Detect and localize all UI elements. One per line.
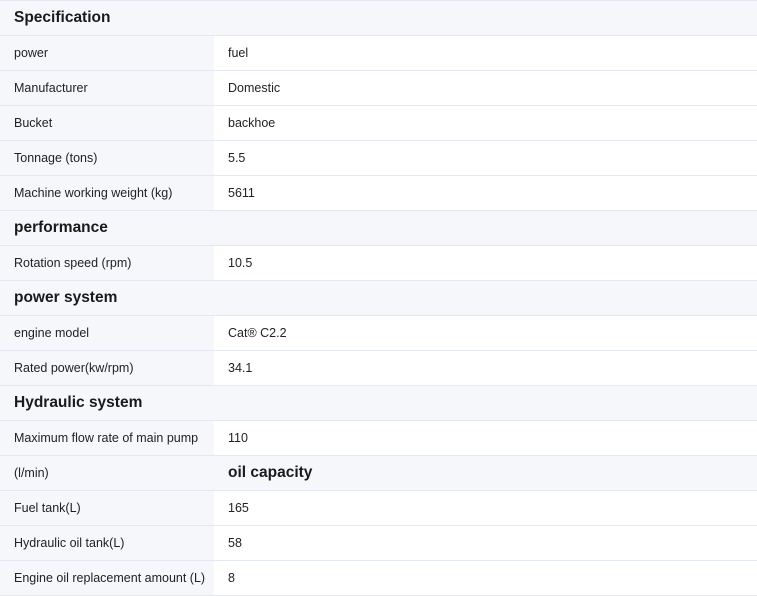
section-header-hydraulic-system: Hydraulic system	[0, 386, 757, 421]
table-row: engine model Cat® C2.2	[0, 316, 757, 351]
table-row: Hydraulic oil tank(L) 58	[0, 526, 757, 561]
row-label: Hydraulic oil tank(L)	[0, 526, 214, 560]
row-label: Manufacturer	[0, 71, 214, 105]
section-title: performance	[14, 219, 108, 236]
row-value: backhoe	[214, 106, 757, 140]
table-row: Bucket backhoe	[0, 106, 757, 141]
section-title: Specification	[14, 9, 111, 26]
row-label: Engine oil replacement amount (L)	[0, 561, 214, 595]
row-value: 58	[214, 526, 757, 560]
row-value: 165	[214, 491, 757, 525]
table-row-overflow: (l/min) oil capacity	[0, 456, 757, 491]
row-value: 5.5	[214, 141, 757, 175]
section-header-performance: performance	[0, 211, 757, 246]
table-row: Rotation speed (rpm) 10.5	[0, 246, 757, 281]
row-value: 34.1	[214, 351, 757, 385]
row-value: 110	[214, 421, 757, 455]
table-row: Engine oil replacement amount (L) 8	[0, 561, 757, 596]
row-label: engine model	[0, 316, 214, 350]
row-label: Machine working weight (kg)	[0, 176, 214, 210]
table-row: Machine working weight (kg) 5611	[0, 176, 757, 211]
table-row: Manufacturer Domestic	[0, 71, 757, 106]
table-row: Tonnage (tons) 5.5	[0, 141, 757, 176]
row-label: Tonnage (tons)	[0, 141, 214, 175]
table-row: Fuel tank(L) 165	[0, 491, 757, 526]
row-value: Domestic	[214, 71, 757, 105]
row-label-overflow: (l/min)	[0, 456, 214, 490]
specification-table: Specification power fuel Manufacturer Do…	[0, 0, 757, 596]
section-title-oil-capacity: oil capacity	[214, 456, 757, 490]
row-value: 5611	[214, 176, 757, 210]
section-title: power system	[14, 289, 118, 306]
row-label: Bucket	[0, 106, 214, 140]
section-title: Hydraulic system	[14, 394, 143, 411]
row-value: Cat® C2.2	[214, 316, 757, 350]
row-value: fuel	[214, 36, 757, 70]
section-header-specification: Specification	[0, 1, 757, 36]
table-row: Maximum flow rate of main pump 110	[0, 421, 757, 456]
row-label: Rotation speed (rpm)	[0, 246, 214, 280]
table-row: power fuel	[0, 36, 757, 71]
row-label: power	[0, 36, 214, 70]
row-value: 10.5	[214, 246, 757, 280]
row-label: Rated power(kw/rpm)	[0, 351, 214, 385]
row-label: Fuel tank(L)	[0, 491, 214, 525]
section-header-power-system: power system	[0, 281, 757, 316]
table-row: Rated power(kw/rpm) 34.1	[0, 351, 757, 386]
row-label: Maximum flow rate of main pump	[0, 421, 214, 455]
row-value: 8	[214, 561, 757, 595]
